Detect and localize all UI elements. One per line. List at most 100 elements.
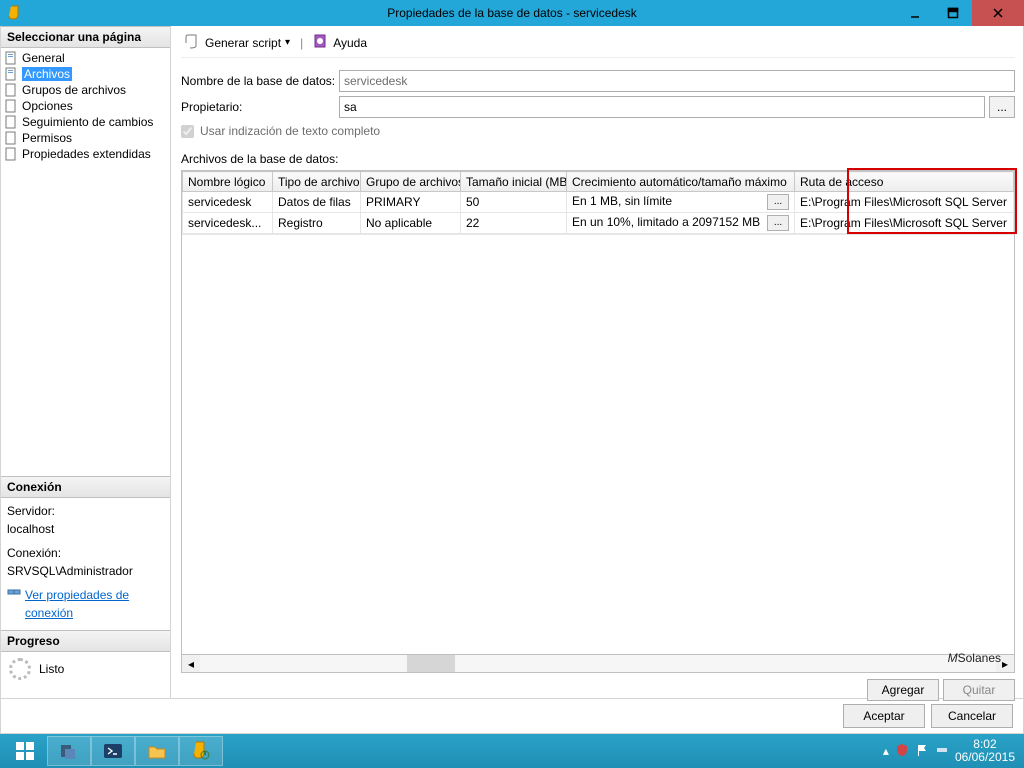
- nav-label: Opciones: [22, 99, 73, 113]
- add-file-button[interactable]: Agregar: [867, 679, 939, 701]
- progress-row: Listo: [1, 652, 170, 698]
- taskbar-explorer[interactable]: [135, 736, 179, 766]
- scroll-thumb[interactable]: [407, 655, 455, 672]
- col-logical-name[interactable]: Nombre lógico: [183, 172, 273, 192]
- cell-file-type: Datos de filas: [273, 192, 361, 213]
- col-file-type[interactable]: Tipo de archivo: [273, 172, 361, 192]
- minimize-button[interactable]: [896, 0, 934, 26]
- nav-item-filegroups[interactable]: Grupos de archivos: [1, 82, 170, 98]
- page-icon: [3, 99, 19, 113]
- nav-label: Seguimiento de cambios: [22, 115, 153, 129]
- toolbar: Generar script ▾ | Ayuda: [181, 32, 1015, 58]
- col-autogrowth[interactable]: Crecimiento automático/tamaño máximo: [567, 172, 795, 192]
- cell-logical-name[interactable]: servicedesk: [183, 192, 273, 213]
- cell-filegroup: No aplicable: [361, 213, 461, 234]
- nav-label: General: [22, 51, 65, 65]
- cell-path[interactable]: E:\Program Files\Microsoft SQL Server: [795, 213, 1014, 234]
- titlebar: Propiedades de la base de datos - servic…: [0, 0, 1024, 26]
- owner-input[interactable]: [339, 96, 985, 118]
- files-grid[interactable]: Nombre lógico Tipo de archivo Grupo de a…: [181, 170, 1015, 655]
- tray-flag-icon[interactable]: [915, 743, 929, 760]
- form-section: Nombre de la base de datos: Propietario:…: [181, 58, 1015, 705]
- page-icon: [3, 147, 19, 161]
- system-tray: ▴ 8:02 06/06/2015: [883, 738, 1021, 764]
- cell-file-type: Registro: [273, 213, 361, 234]
- grid-empty-area: [182, 234, 1014, 654]
- tray-chevron-icon[interactable]: ▴: [883, 744, 889, 758]
- taskbar-servermanager[interactable]: [47, 736, 91, 766]
- nav-item-permissions[interactable]: Permisos: [1, 130, 170, 146]
- spinner-icon: [9, 658, 31, 680]
- nav-item-changetracking[interactable]: Seguimiento de cambios: [1, 114, 170, 130]
- connection-properties-icon: [7, 586, 21, 605]
- autogrowth-ellipsis-button[interactable]: ...: [767, 194, 789, 210]
- autogrowth-ellipsis-button[interactable]: ...: [767, 215, 789, 231]
- nav-item-general[interactable]: General: [1, 50, 170, 66]
- nav-label: Archivos: [22, 67, 72, 81]
- page-icon: [3, 67, 19, 81]
- cell-autogrowth: En un 10%, limitado a 2097152 MB...: [567, 213, 795, 234]
- scroll-left-button[interactable]: ◂: [182, 655, 200, 672]
- connection-label: Conexión:: [7, 544, 164, 562]
- scroll-track[interactable]: [200, 655, 996, 672]
- nav-label: Permisos: [22, 131, 72, 145]
- page-icon: [3, 51, 19, 65]
- server-label: Servidor:: [7, 502, 164, 520]
- connection-header: Conexión: [1, 476, 170, 498]
- script-label: Generar script: [205, 36, 281, 50]
- cell-initial-size[interactable]: 50: [461, 192, 567, 213]
- nav-label: Propiedades extendidas: [22, 147, 151, 161]
- page-icon: [3, 83, 19, 97]
- nav-label: Grupos de archivos: [22, 83, 126, 97]
- chevron-down-icon: ▾: [285, 37, 290, 48]
- cell-filegroup[interactable]: PRIMARY: [361, 192, 461, 213]
- help-button[interactable]: Ayuda: [309, 31, 371, 54]
- left-panel: Seleccionar una página General Archivos …: [1, 26, 171, 698]
- maximize-button[interactable]: [934, 0, 972, 26]
- taskbar: ▴ 8:02 06/06/2015: [0, 734, 1024, 768]
- dbname-input: [339, 70, 1015, 92]
- nav-item-archivos[interactable]: Archivos: [1, 66, 170, 82]
- server-value: localhost: [7, 520, 164, 538]
- remove-file-button: Quitar: [943, 679, 1015, 701]
- window-title: Propiedades de la base de datos - servic…: [0, 6, 1024, 20]
- table-row[interactable]: servicedesk Datos de filas PRIMARY 50 En…: [183, 192, 1014, 213]
- owner-label: Propietario:: [181, 100, 339, 114]
- close-button[interactable]: [972, 0, 1024, 26]
- tray-shield-icon[interactable]: [895, 743, 909, 760]
- page-icon: [3, 115, 19, 129]
- view-connection-link[interactable]: Ver propiedades de conexión: [25, 586, 164, 622]
- page-icon: [3, 131, 19, 145]
- col-filegroup[interactable]: Grupo de archivos: [361, 172, 461, 192]
- col-path[interactable]: Ruta de acceso: [795, 172, 1014, 192]
- grid-header-row: Nombre lógico Tipo de archivo Grupo de a…: [183, 172, 1014, 192]
- select-page-header: Seleccionar una página: [1, 26, 170, 48]
- dbname-label: Nombre de la base de datos:: [181, 74, 339, 88]
- cell-logical-name[interactable]: servicedesk...: [183, 213, 273, 234]
- nav-item-options[interactable]: Opciones: [1, 98, 170, 114]
- clock-date: 06/06/2015: [955, 751, 1015, 764]
- script-icon: [185, 33, 201, 52]
- ok-button[interactable]: Aceptar: [843, 704, 925, 728]
- cell-path[interactable]: E:\Program Files\Microsoft SQL Server: [795, 192, 1014, 213]
- col-initial-size[interactable]: Tamaño inicial (MB): [461, 172, 567, 192]
- generate-script-button[interactable]: Generar script ▾: [181, 31, 294, 54]
- grid-hscrollbar[interactable]: ◂ ▸: [181, 655, 1015, 673]
- nav-item-extprops[interactable]: Propiedades extendidas: [1, 146, 170, 162]
- taskbar-clock[interactable]: 8:02 06/06/2015: [955, 738, 1015, 764]
- cell-initial-size[interactable]: 22: [461, 213, 567, 234]
- table-row[interactable]: servicedesk... Registro No aplicable 22 …: [183, 213, 1014, 234]
- owner-browse-button[interactable]: ...: [989, 96, 1015, 118]
- tray-network-icon[interactable]: [935, 743, 949, 760]
- help-icon: [313, 33, 329, 52]
- connection-value: SRVSQL\Administrador: [7, 562, 164, 580]
- start-button[interactable]: [3, 736, 47, 766]
- help-label: Ayuda: [333, 36, 367, 50]
- cancel-button[interactable]: Cancelar: [931, 704, 1013, 728]
- taskbar-ssms[interactable]: [179, 736, 223, 766]
- right-panel: Generar script ▾ | Ayuda Nombre de la ba…: [171, 26, 1023, 698]
- grid-title: Archivos de la base de datos:: [181, 152, 1015, 166]
- scroll-right-button[interactable]: ▸: [996, 655, 1014, 672]
- taskbar-powershell[interactable]: [91, 736, 135, 766]
- progress-header: Progreso: [1, 630, 170, 652]
